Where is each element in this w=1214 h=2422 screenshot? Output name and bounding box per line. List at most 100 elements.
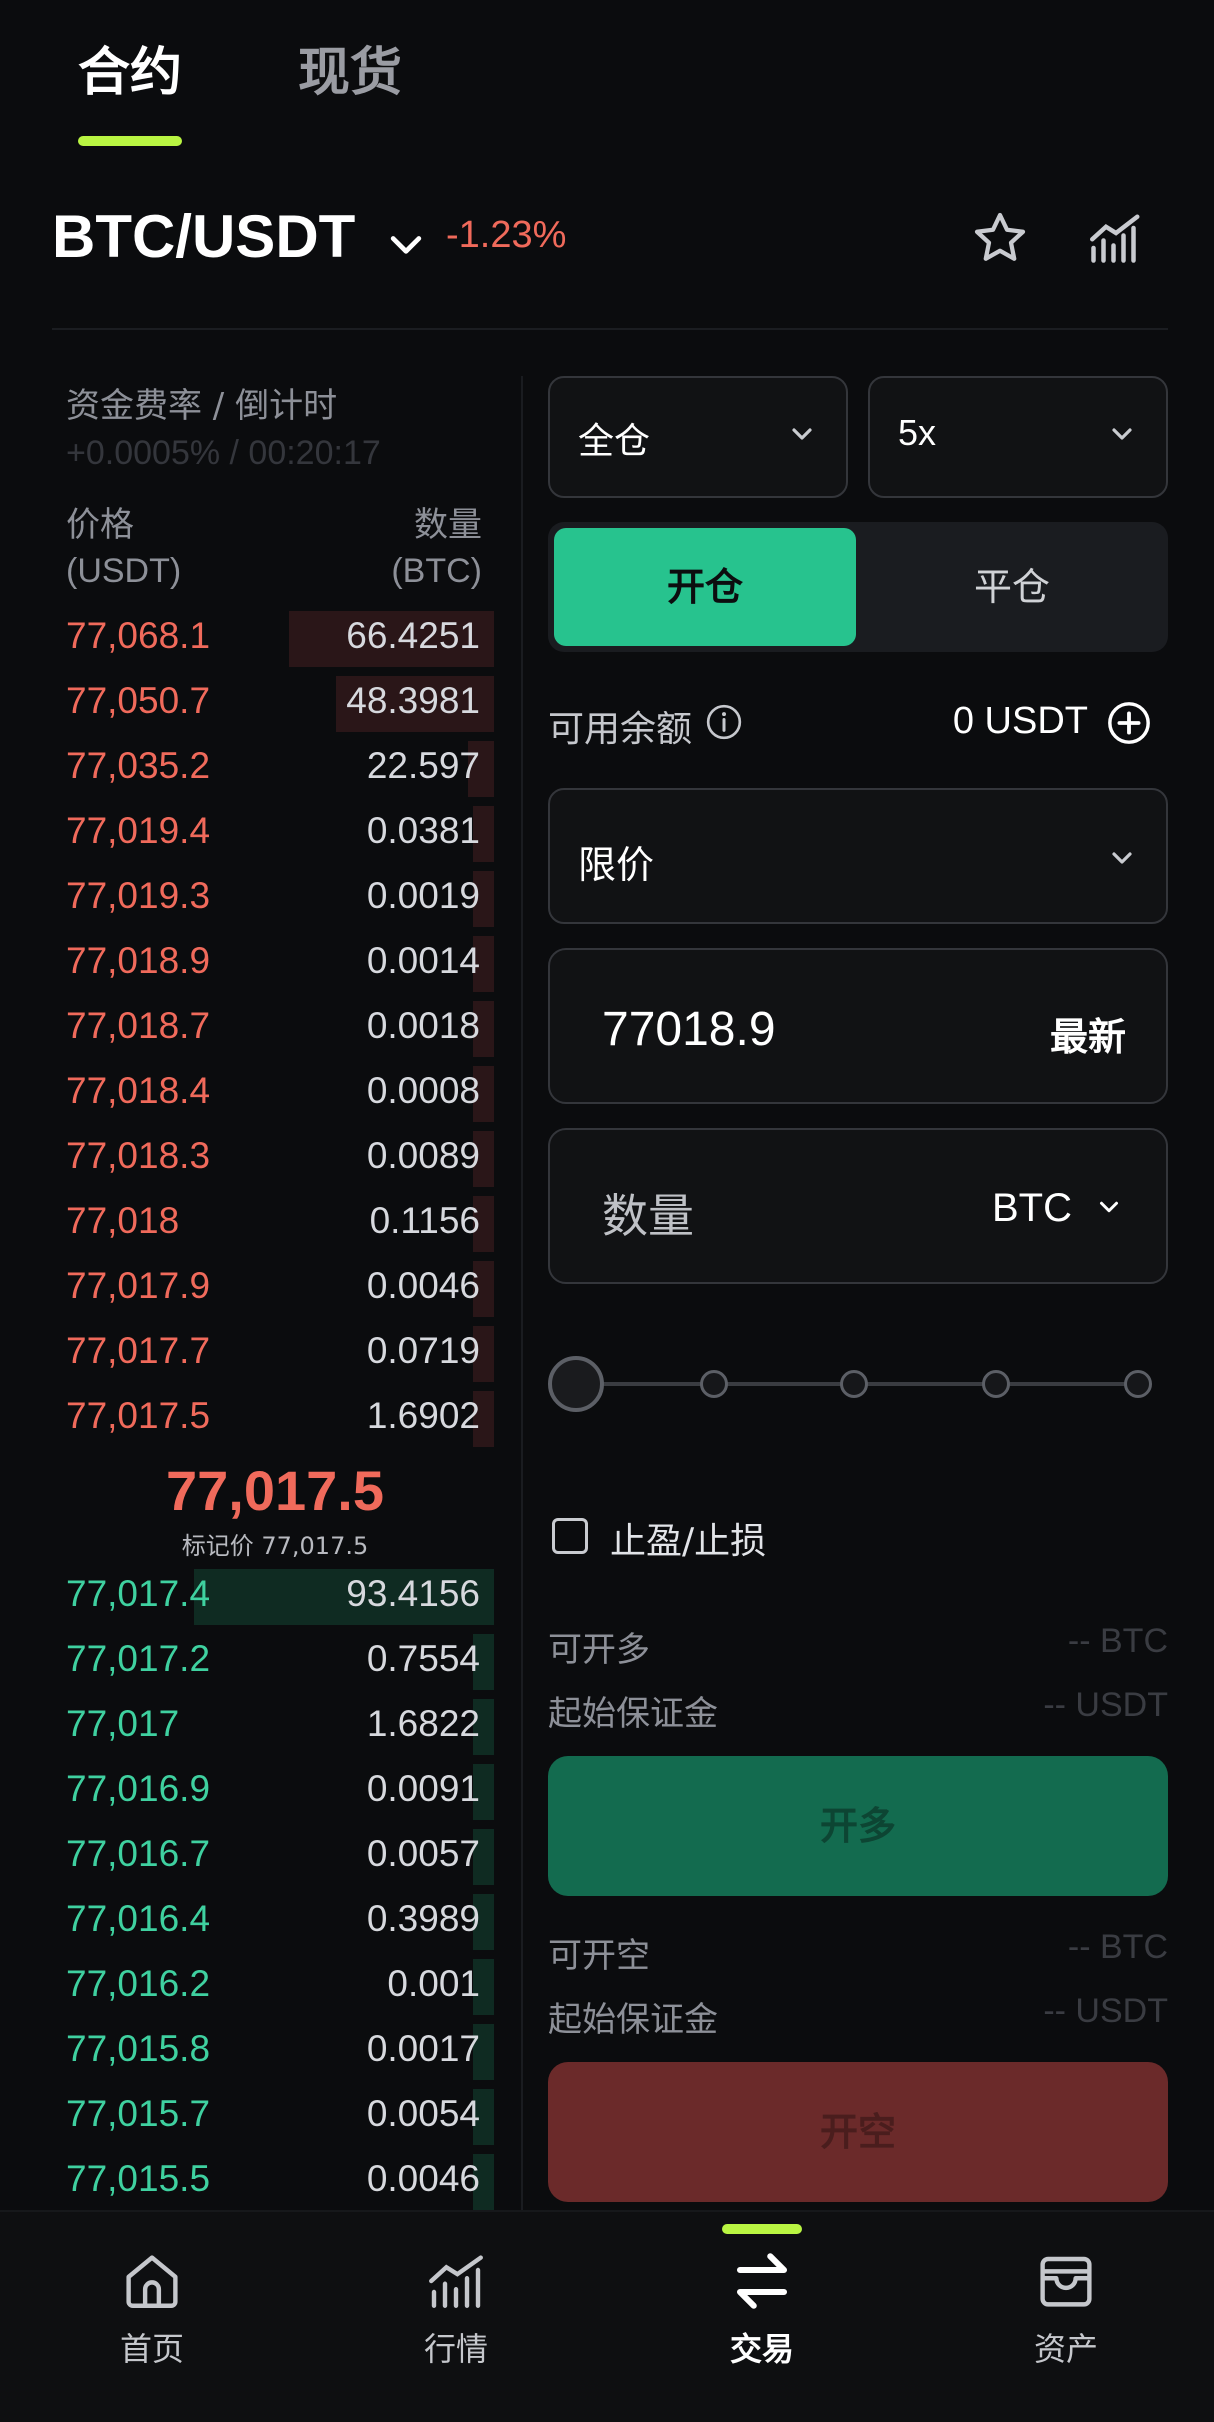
qty-header-label: 数量: [414, 506, 482, 544]
nav-label-market: 行情: [423, 2330, 488, 2368]
bid-row[interactable]: 77,015.7 0.0054: [66, 2083, 494, 2148]
ask-row[interactable]: 77,018.9 0.0014: [66, 930, 494, 995]
plus-circle-icon[interactable]: [1106, 700, 1152, 746]
ask-price: 77,017.5: [66, 1395, 211, 1436]
short-margin-value: -- USDT: [1043, 1992, 1168, 2030]
ask-quantity: 0.0019: [366, 875, 480, 916]
slider-handle[interactable]: [548, 1356, 604, 1412]
ask-row[interactable]: 77,068.1 66.4251: [66, 605, 494, 670]
ask-quantity: 0.1156: [369, 1200, 480, 1241]
slider-tick-50[interactable]: [840, 1370, 868, 1398]
slider-tick-25[interactable]: [700, 1370, 728, 1398]
tpsl-checkbox[interactable]: [552, 1518, 588, 1554]
last-price[interactable]: 77,017.5: [160, 1458, 390, 1523]
bid-list: 77,017.4 93.4156 77,017.2 0.7554 77,017 1.682…: [66, 1563, 494, 2213]
bid-row[interactable]: 77,017.2 0.7554: [66, 1628, 494, 1693]
bid-row[interactable]: 77,016.2 0.001: [66, 1953, 494, 2018]
star-icon[interactable]: [970, 208, 1030, 268]
ask-row[interactable]: 77,018.3 0.0089: [66, 1125, 494, 1190]
leverage-select[interactable]: 5x: [868, 376, 1168, 498]
price-input-value[interactable]: 77018.9: [602, 1002, 776, 1057]
ask-row[interactable]: 77,035.2 22.597: [66, 735, 494, 800]
home-icon: [126, 2255, 178, 2308]
info-icon[interactable]: [704, 702, 744, 742]
ask-price: 77,018.3: [66, 1135, 211, 1176]
ask-row[interactable]: 77,019.4 0.0381: [66, 800, 494, 865]
bid-price: 77,017.2: [66, 1638, 211, 1679]
ask-row[interactable]: 77,017.7 0.0719: [66, 1320, 494, 1385]
bid-quantity: 0.001: [387, 1963, 480, 2004]
bid-price: 77,015.8: [66, 2028, 211, 2069]
pair-symbol[interactable]: BTC/USDT: [52, 202, 355, 271]
ask-row[interactable]: 77,019.3 0.0019: [66, 865, 494, 930]
bid-row[interactable]: 77,015.5 0.0046: [66, 2148, 494, 2213]
latest-price-button[interactable]: 最新: [1050, 1006, 1126, 1061]
margin-mode-select[interactable]: 全仓: [548, 376, 848, 498]
qty-column-header: 数量 (BTC): [320, 502, 482, 594]
ask-price: 77,018.4: [66, 1070, 211, 1111]
order-type-value: 限价: [578, 845, 655, 887]
tab-spot[interactable]: 现货: [298, 30, 402, 105]
swap-arrows-icon: [736, 2253, 788, 2309]
nav-label-trade: 交易: [729, 2330, 794, 2368]
panel-divider: [521, 376, 523, 2210]
funding-rate-label: 资金费率 / 倒计时: [66, 386, 338, 426]
tpsl-label[interactable]: 止盈/止损: [610, 1512, 766, 1564]
price-input[interactable]: 77018.9 最新: [548, 948, 1168, 1104]
long-max-row: 可开多 -- BTC: [548, 1622, 1168, 1672]
ask-quantity: 0.0719: [366, 1330, 480, 1371]
long-margin-value: -- USDT: [1043, 1686, 1168, 1724]
close-position-tab[interactable]: 平仓: [862, 528, 1162, 646]
ask-price: 77,050.7: [66, 680, 211, 721]
bid-row[interactable]: 77,017 1.6822: [66, 1693, 494, 1758]
available-balance-value: 0 USDT: [952, 700, 1088, 742]
ask-price: 77,018.7: [66, 1005, 211, 1046]
ask-quantity: 0.0018: [366, 1005, 480, 1046]
ask-quantity: 48.3981: [346, 680, 480, 721]
open-long-button[interactable]: 开多: [548, 1756, 1168, 1896]
slider-tick-75[interactable]: [982, 1370, 1010, 1398]
bid-quantity: 1.6822: [366, 1703, 480, 1744]
nav-item-market[interactable]: 行情: [356, 2248, 556, 2378]
chart-bars-icon[interactable]: [1086, 208, 1146, 268]
qty-header-unit: (BTC): [391, 552, 482, 590]
ask-row[interactable]: 77,018.7 0.0018: [66, 995, 494, 1060]
open-position-tab[interactable]: 开仓: [554, 528, 856, 646]
bid-row[interactable]: 77,016.7 0.0057: [66, 1823, 494, 1888]
quantity-slider[interactable]: [548, 1354, 1168, 1414]
ask-quantity: 22.597: [366, 745, 480, 786]
bid-price: 77,016.2: [66, 1963, 211, 2004]
bid-row[interactable]: 77,016.9 0.0091: [66, 1758, 494, 1823]
bid-row[interactable]: 77,015.8 0.0017: [66, 2018, 494, 2083]
nav-item-trade[interactable]: 交易: [662, 2248, 862, 2378]
bid-row[interactable]: 77,016.4 0.3989: [66, 1888, 494, 1953]
ask-quantity: 66.4251: [346, 615, 480, 656]
margin-mode-value: 全仓: [578, 420, 651, 461]
slider-tick-100[interactable]: [1124, 1370, 1152, 1398]
available-balance-label: 可用余额: [548, 709, 693, 750]
order-type-select[interactable]: 限价: [548, 788, 1168, 924]
bid-price: 77,016.9: [66, 1768, 211, 1809]
ask-row[interactable]: 77,018.4 0.0008: [66, 1060, 494, 1125]
ask-price: 77,068.1: [66, 615, 211, 656]
chevron-down-icon[interactable]: [1094, 1192, 1124, 1222]
bid-quantity: 0.3989: [366, 1898, 480, 1939]
bid-row[interactable]: 77,017.4 93.4156: [66, 1563, 494, 1628]
open-short-button[interactable]: 开空: [548, 2062, 1168, 2202]
nav-item-assets[interactable]: 资产: [966, 2248, 1166, 2378]
quantity-input[interactable]: 数量 BTC: [548, 1128, 1168, 1284]
bid-price: 77,015.5: [66, 2158, 211, 2199]
chevron-down-icon[interactable]: [384, 222, 428, 266]
ask-row[interactable]: 77,018 0.1156: [66, 1190, 494, 1255]
bid-quantity: 0.0054: [366, 2093, 480, 2134]
bid-price: 77,015.7: [66, 2093, 211, 2134]
ask-row[interactable]: 77,050.7 48.3981: [66, 670, 494, 735]
ask-row[interactable]: 77,017.5 1.6902: [66, 1385, 494, 1450]
short-max-label: 可开空: [548, 1936, 650, 1976]
ask-quantity: 0.0014: [366, 940, 480, 981]
ask-row[interactable]: 77,017.9 0.0046: [66, 1255, 494, 1320]
nav-item-home[interactable]: 首页: [52, 2248, 252, 2378]
quantity-unit-select[interactable]: BTC: [992, 1186, 1072, 1231]
tab-futures[interactable]: 合约: [78, 30, 182, 105]
price-header-label: 价格: [66, 506, 134, 544]
